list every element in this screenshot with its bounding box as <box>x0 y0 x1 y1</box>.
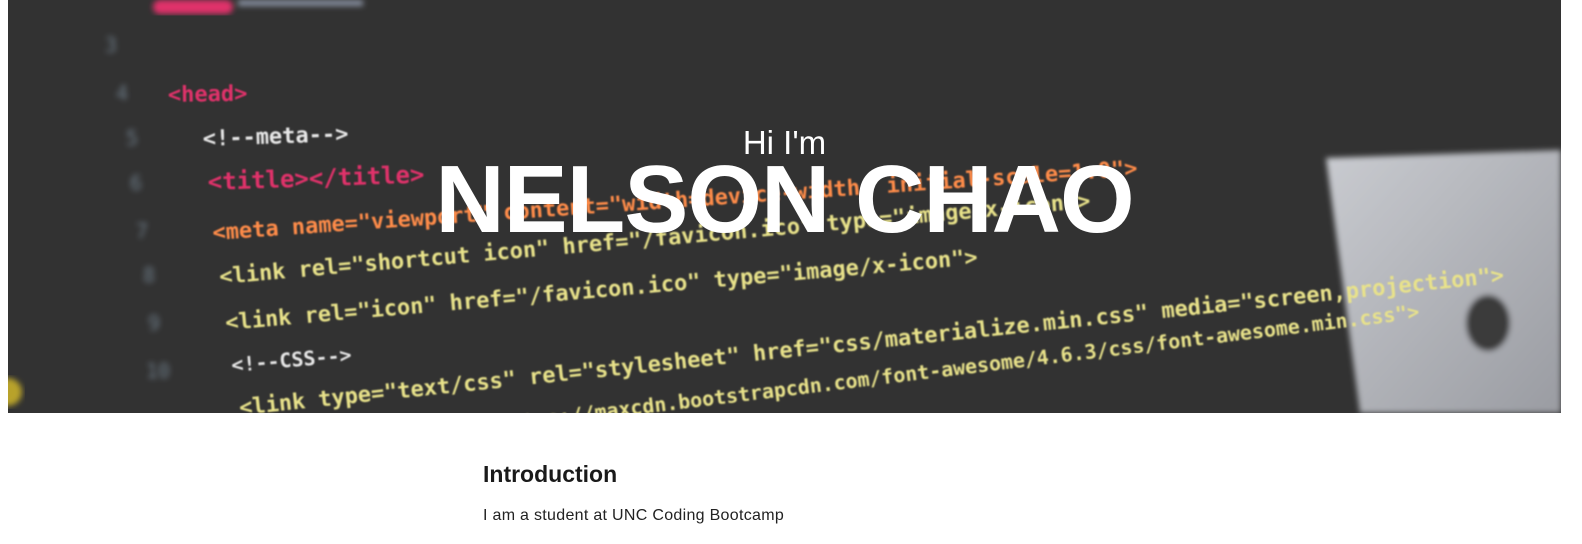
introduction-text: I am a student at UNC Coding Bootcamp <box>483 507 785 524</box>
name-title: NELSON CHAO <box>435 146 1134 253</box>
hero-banner: 3 4 5 6 7 8 9 10 <head> <!--meta--> <tit… <box>8 0 1561 413</box>
hero-heading: Hi I'm NELSON CHAO <box>8 0 1561 413</box>
section-heading: Introduction <box>483 461 618 487</box>
introduction-section: Introduction I am a student at UNC Codin… <box>483 460 1283 526</box>
